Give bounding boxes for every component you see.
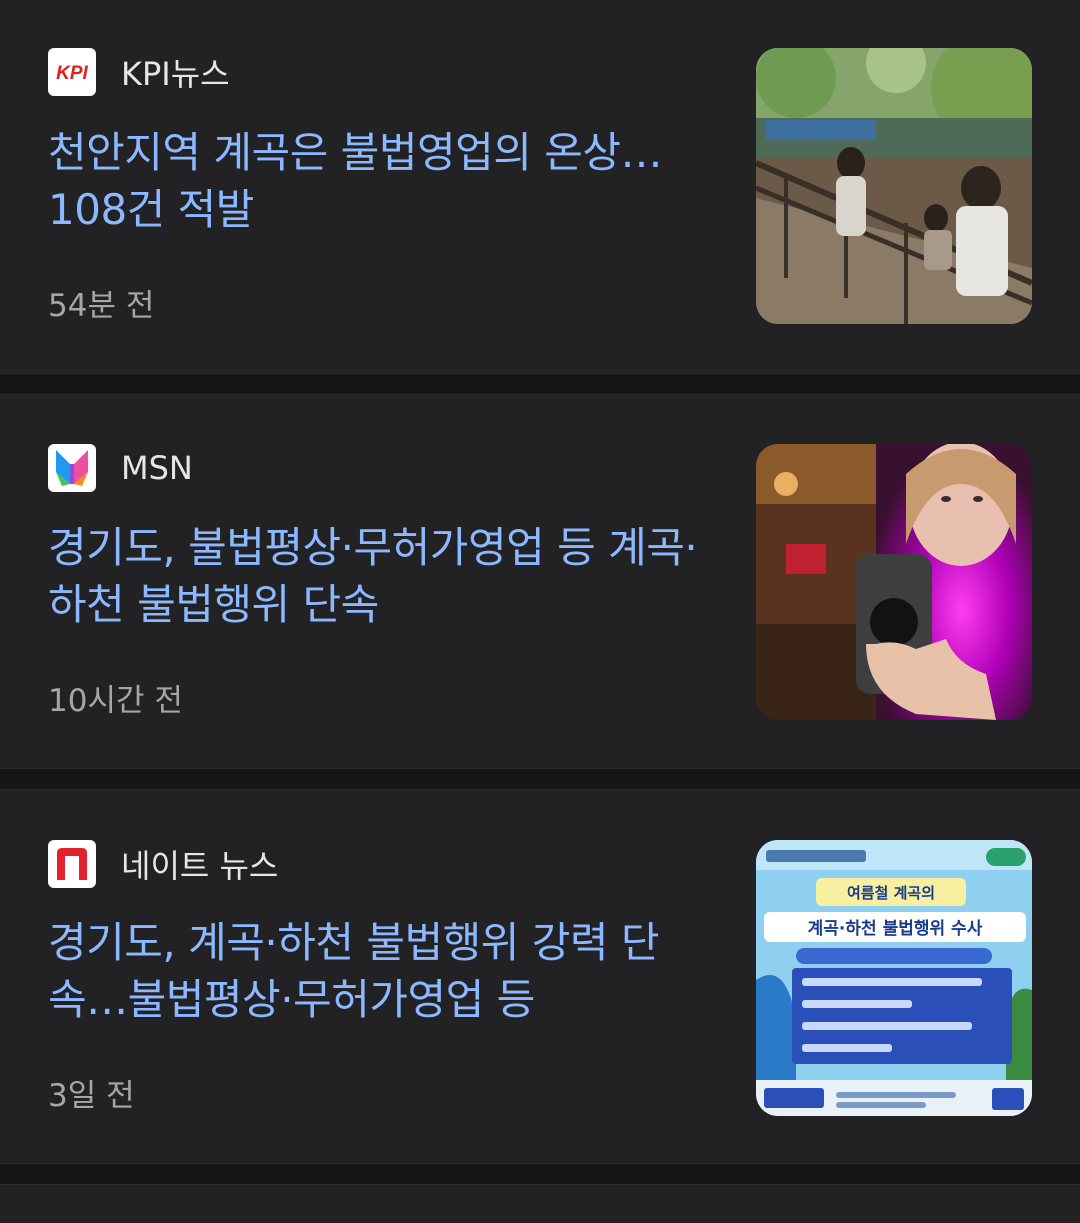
nate-n-logo-icon bbox=[48, 840, 96, 888]
card-divider bbox=[0, 1163, 1080, 1185]
article-time: 54분 전 bbox=[48, 288, 155, 324]
valley-restaurant-photo[interactable] bbox=[756, 48, 1032, 324]
source-row: KPI KPI뉴스 bbox=[48, 48, 230, 96]
source-name: MSN bbox=[121, 449, 193, 487]
source-row: MSN bbox=[48, 444, 193, 492]
card-divider bbox=[0, 373, 1080, 395]
source-name: 네이트 뉴스 bbox=[121, 847, 279, 885]
article-time: 10시간 전 bbox=[48, 683, 183, 719]
poster-line2: 계곡·하천 불법행위 수사 bbox=[808, 919, 983, 939]
news-card-partial[interactable] bbox=[0, 1185, 1080, 1223]
article-headline[interactable]: 경기도, 불법평상·무허가영업 등 계곡·하천 불법행위 단속 bbox=[48, 519, 708, 633]
msn-butterfly-logo-icon bbox=[48, 444, 96, 492]
news-card[interactable]: 네이트 뉴스 경기도, 계곡·하천 불법행위 강력 단속…불법평상·무허가영업 … bbox=[0, 790, 1080, 1163]
poster-line1: 여름철 계곡의 bbox=[847, 884, 935, 902]
article-time: 3일 전 bbox=[48, 1078, 135, 1114]
hand-holding-device-photo[interactable] bbox=[756, 444, 1032, 720]
kpi-logo-icon: KPI bbox=[48, 48, 96, 96]
card-divider bbox=[0, 768, 1080, 790]
enforcement-poster-image[interactable]: 여름철 계곡의 계곡·하천 불법행위 수사 bbox=[756, 840, 1032, 1116]
article-headline[interactable]: 천안지역 계곡은 불법영업의 온상…108건 적발 bbox=[48, 124, 708, 238]
source-name: KPI뉴스 bbox=[121, 55, 230, 93]
article-headline[interactable]: 경기도, 계곡·하천 불법행위 강력 단속…불법평상·무허가영업 등 bbox=[48, 914, 708, 1028]
news-card[interactable]: KPI KPI뉴스 천안지역 계곡은 불법영업의 온상…108건 적발 54분 … bbox=[0, 0, 1080, 373]
source-row: 네이트 뉴스 bbox=[48, 840, 278, 888]
svg-text:KPI: KPI bbox=[56, 63, 88, 84]
news-card[interactable]: MSN 경기도, 불법평상·무허가영업 등 계곡·하천 불법행위 단속 10시간… bbox=[0, 395, 1080, 768]
